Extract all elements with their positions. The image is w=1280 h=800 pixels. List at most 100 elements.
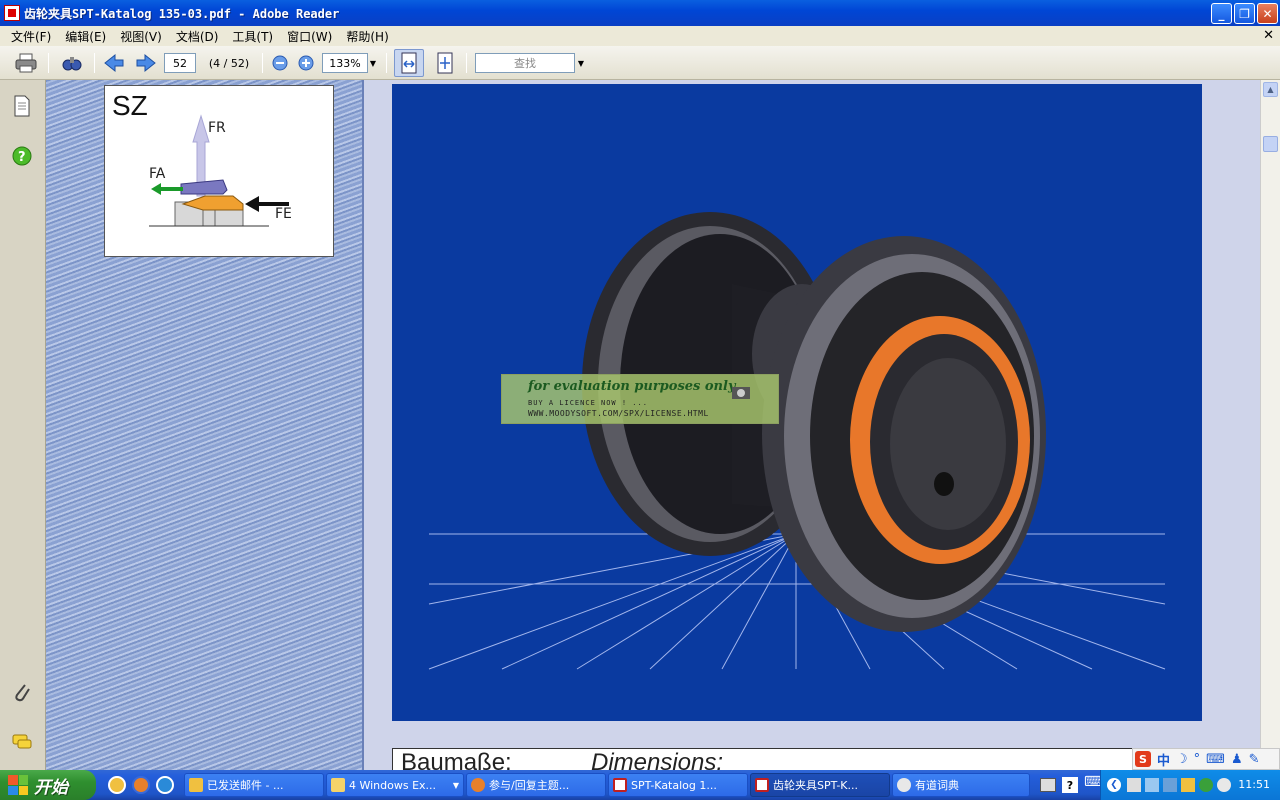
label-fr: FR — [208, 120, 226, 136]
folder-icon — [331, 778, 345, 792]
window-title: 齿轮夹具SPT-Katalog 135-03.pdf - Adobe Reade… — [24, 6, 340, 21]
windows-flag-icon — [8, 775, 28, 795]
dictionary-tray-icon[interactable] — [1217, 778, 1231, 792]
system-tray: ❮ 11:51 — [1100, 770, 1280, 800]
moon-icon[interactable]: ☽ — [1176, 752, 1188, 767]
purple-clamp-part — [180, 179, 228, 195]
fit-width-button[interactable] — [394, 49, 424, 77]
taskbar-button-explorer[interactable]: 4 Windows Ex... ▼ — [326, 773, 464, 797]
menu-edit[interactable]: 编辑(E) — [58, 28, 113, 45]
page-icon — [14, 95, 30, 117]
taskbar-button-youdao[interactable]: 有道词典 — [892, 773, 1030, 797]
clock: 11:51 — [1238, 778, 1270, 791]
force-axial-arrow — [151, 183, 183, 195]
mail-icon — [189, 778, 203, 792]
taskbar-button-spt-katalog[interactable]: SPT-Katalog 1... — [608, 773, 748, 797]
firefox-icon — [471, 778, 485, 792]
pdf-icon — [613, 778, 627, 792]
menu-bar: 文件(F) 编辑(E) 视图(V) 文档(D) 工具(T) 窗口(W) 帮助(H… — [0, 26, 1280, 46]
pdf-icon — [755, 778, 769, 792]
fit-page-button[interactable] — [432, 51, 458, 75]
zoom-in-button[interactable] — [296, 51, 316, 75]
page-number-input[interactable]: 52 — [164, 53, 196, 73]
vertical-scrollbar[interactable]: ▲ — [1260, 80, 1280, 770]
close-button[interactable]: ✕ — [1257, 3, 1278, 24]
comment-icon — [12, 734, 32, 749]
navigation-sidebar: ? — [0, 80, 46, 770]
scroll-thumb[interactable] — [1263, 136, 1278, 152]
pages-panel-button[interactable] — [10, 94, 34, 118]
scroll-up-button[interactable]: ▲ — [1263, 82, 1278, 97]
keyboard-tray-icon[interactable] — [1040, 778, 1056, 792]
find-button[interactable] — [58, 51, 86, 75]
arrow-left-icon — [104, 53, 124, 73]
display-tray-icon[interactable] — [1163, 778, 1177, 792]
minus-circle-icon — [272, 55, 288, 71]
menu-view[interactable]: 视图(V) — [113, 28, 169, 45]
title-bar[interactable]: 齿轮夹具SPT-Katalog 135-03.pdf - Adobe Reade… — [0, 0, 1280, 26]
comments-button[interactable] — [10, 730, 34, 754]
restore-button[interactable]: ❐ — [1234, 3, 1255, 24]
zoom-level-select[interactable]: 133% — [322, 53, 368, 73]
taskbar-button-adobe-reader[interactable]: 齿轮夹具SPT-K... — [750, 773, 890, 797]
ime-toolbar: S 中 ☽ ° ⌨ ♟ ✎ — [1132, 748, 1280, 770]
mail-tray-icon[interactable] — [1181, 778, 1195, 792]
document-close-button[interactable]: ✕ — [1263, 28, 1274, 43]
help-icon: ? — [12, 146, 32, 166]
keyboard-icon[interactable]: ⌨ — [1206, 752, 1225, 767]
menu-tools[interactable]: 工具(T) — [225, 28, 280, 45]
antivirus-tray-icon[interactable] — [1199, 778, 1213, 792]
help-tray-icon[interactable]: ? — [1062, 777, 1078, 793]
tray-expand-icon[interactable]: ❮ — [1107, 778, 1121, 792]
ime-mode[interactable]: 中 — [1157, 750, 1170, 769]
outlook-quicklaunch-icon[interactable] — [108, 776, 126, 794]
toolbar: 52 (4 / 52) 133% ▼ 查找 ▼ — [0, 46, 1280, 80]
user-icon[interactable]: ♟ — [1231, 752, 1243, 767]
menu-window[interactable]: 窗口(W) — [280, 28, 339, 45]
label-fa: FA — [149, 166, 166, 182]
evaluation-watermark: for evaluation purposes only. BUY A LICE… — [501, 374, 779, 424]
network-tray-icon[interactable] — [1127, 778, 1141, 792]
zoom-out-button[interactable] — [270, 51, 290, 75]
menu-help[interactable]: 帮助(H) — [339, 28, 395, 45]
fit-page-icon — [437, 52, 453, 74]
watermark-line-2: BUY A LICENCE NOW ! ... — [528, 399, 648, 407]
label-fe: FE — [275, 206, 292, 222]
plus-circle-icon — [298, 55, 314, 71]
menu-document[interactable]: 文档(D) — [169, 28, 226, 45]
taskbar: 开始 已发送邮件 - ... 4 Windows Ex... ▼ 参与/回复主题.… — [0, 770, 1280, 800]
sogou-logo-icon[interactable]: S — [1135, 751, 1151, 767]
search-dropdown-icon[interactable]: ▼ — [576, 51, 586, 75]
help-button[interactable]: ? — [10, 144, 34, 168]
force-diagram — [149, 114, 289, 227]
punctuation-icon[interactable]: ° — [1194, 752, 1201, 767]
binoculars-icon — [62, 57, 82, 71]
start-button[interactable]: 开始 — [0, 770, 96, 800]
watermark-line-3: WWW.MOODYSOFT.COM/SPX/LICENSE.HTML — [528, 409, 709, 418]
right-page-area[interactable]: Baumaße: Dimensions: — [364, 80, 1260, 778]
minimize-button[interactable]: _ — [1211, 3, 1232, 24]
attachments-button[interactable] — [10, 680, 34, 704]
start-label: 开始 — [34, 777, 68, 798]
wrench-icon[interactable]: ✎ — [1249, 752, 1260, 767]
next-page-button[interactable] — [134, 51, 158, 75]
firefox-quicklaunch-icon[interactable] — [132, 776, 150, 794]
printer-icon — [15, 53, 37, 73]
monitor-tray-icon[interactable] — [1145, 778, 1159, 792]
menu-file[interactable]: 文件(F) — [4, 28, 58, 45]
left-page-area[interactable]: SZ FR FA FE — [46, 80, 364, 770]
arrow-right-icon — [136, 53, 156, 73]
watermark-line-1: for evaluation purposes only. — [528, 379, 739, 394]
taskbar-button-firefox[interactable]: 参与/回复主题... — [466, 773, 606, 797]
taskbar-button-mail[interactable]: 已发送邮件 - ... — [184, 773, 324, 797]
previous-page-button[interactable] — [102, 51, 126, 75]
pdf-document-icon — [4, 5, 20, 21]
print-button[interactable] — [12, 51, 40, 75]
ie-quicklaunch-icon[interactable] — [156, 776, 174, 794]
adobe-reader-window: 齿轮夹具SPT-Katalog 135-03.pdf - Adobe Reade… — [0, 0, 1280, 800]
fit-width-icon — [401, 52, 417, 74]
zoom-dropdown-icon[interactable]: ▼ — [368, 51, 378, 75]
sz-diagram: SZ FR FA FE — [104, 85, 334, 257]
search-input[interactable]: 查找 — [475, 53, 575, 73]
page-count: (4 / 52) — [208, 56, 250, 70]
